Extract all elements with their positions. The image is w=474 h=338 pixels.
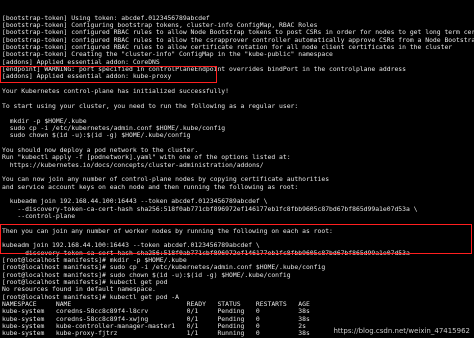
terminal-line: [root@localhost manifests]# sudo cp -i /… bbox=[2, 264, 326, 272]
terminal-line: [root@localhost manifests]# mkdir -p $HO… bbox=[2, 257, 187, 265]
terminal-line: https://kubernetes.io/docs/concepts/clus… bbox=[2, 161, 264, 169]
terminal-window[interactable]: [bootstrap-token] Using token: abcdef.01… bbox=[0, 0, 474, 338]
terminal-line: --discovery-token-ca-cert-hash sha256:51… bbox=[2, 249, 410, 257]
terminal-line: kubeadm join 192.168.44.100:16443 --toke… bbox=[2, 198, 268, 206]
terminal-line: [addons] Applied essential addon: kube-p… bbox=[2, 73, 172, 81]
terminal-line: Run "kubectl apply -f [podnetwork].yaml"… bbox=[2, 154, 291, 162]
terminal-line: Your Kubernetes control-plane has initia… bbox=[2, 88, 230, 96]
terminal-line: [bootstrap-token] Configuring bootstrap … bbox=[2, 22, 318, 30]
terminal-line: kube-system coredns-58cc8c89f4-l8crv 0/1… bbox=[2, 308, 310, 316]
terminal-line: kube-system coredns-58cc8c89f4-xwjng 0/1… bbox=[2, 315, 310, 323]
terminal-line: [bootstrap-token] configured RBAC rules … bbox=[2, 29, 474, 37]
terminal-line: To start using your cluster, you need to… bbox=[2, 102, 299, 110]
terminal-line: [endpoint] WARNING: port specified in co… bbox=[2, 66, 406, 74]
terminal-line: [root@localhost manifests]# kubectl get … bbox=[2, 279, 168, 287]
terminal-line: [bootstrap-token] Creating the "cluster-… bbox=[2, 51, 333, 59]
terminal-line: kubeadm join 192.168.44.100:16443 --toke… bbox=[2, 242, 260, 250]
watermark: https://blog.csdn.net/weixin_47415962 bbox=[333, 326, 470, 335]
terminal-line: Then you can join any number of worker n… bbox=[2, 227, 333, 235]
terminal-line: mkdir -p $HOME/.kube bbox=[2, 117, 87, 125]
terminal-line: [bootstrap-token] configured RBAC rules … bbox=[2, 44, 453, 52]
terminal-line: [bootstrap-token] configured RBAC rules … bbox=[2, 36, 474, 44]
terminal-line: NAMESPACE NAME READY STATUS RESTARTS AGE bbox=[2, 301, 310, 309]
terminal-line: [root@localhost manifests]# sudo chown $… bbox=[2, 271, 291, 279]
terminal-line: sudo cp -i /etc/kubernetes/admin.conf $H… bbox=[2, 124, 226, 132]
terminal-line: You should now deploy a pod network to t… bbox=[2, 146, 199, 154]
terminal-line: and service account keys on each node an… bbox=[2, 183, 299, 191]
terminal-line: [addons] Applied essential addon: CoreDN… bbox=[2, 58, 160, 66]
terminal-line: --control-plane bbox=[2, 212, 76, 220]
terminal-line: --discovery-token-ca-cert-hash sha256:51… bbox=[2, 205, 418, 213]
terminal-line: [bootstrap-token] Using token: abcdef.01… bbox=[2, 14, 210, 22]
terminal-line: You can now join any number of control-p… bbox=[2, 176, 330, 184]
terminal-line: [root@localhost manifests]# kubectl get … bbox=[2, 293, 179, 301]
terminal-output: [bootstrap-token] Using token: abcdef.01… bbox=[0, 15, 474, 338]
terminal-line: No resources found in default namespace. bbox=[2, 286, 156, 294]
terminal-line: sudo chown $(id -u):$(id -g) $HOME/.kube… bbox=[2, 132, 191, 140]
